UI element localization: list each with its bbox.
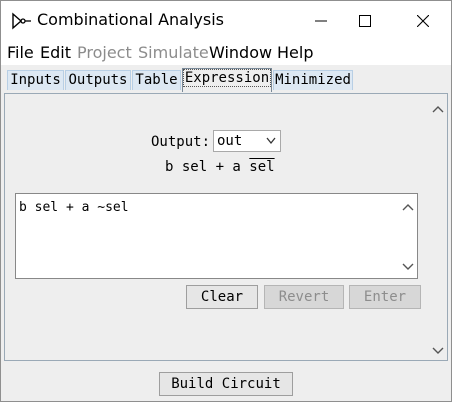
expression-editor-text: b sel + a ~sel [19,200,129,215]
tab-minimized[interactable]: Minimized [273,70,353,90]
tab-inputs[interactable]: Inputs [7,70,64,90]
tab-strip: Inputs Outputs Table Expression Minimize… [1,67,451,92]
tab-outputs[interactable]: Outputs [65,70,131,90]
expression-editor[interactable]: b sel + a ~sel [15,193,418,279]
scroll-up-icon[interactable] [432,104,444,114]
negated-variable: sel [249,159,275,175]
revert-button[interactable]: Revert [264,285,344,309]
tab-table[interactable]: Table [132,70,181,90]
editor-scrollbar[interactable] [401,198,415,276]
maximize-button[interactable] [341,1,389,41]
expression-term: b sel + a [165,159,250,175]
menu-file[interactable]: File [7,43,34,62]
title-bar: Combinational Analysis [1,1,451,41]
enter-button[interactable]: Enter [349,285,421,309]
window-title: Combinational Analysis [37,10,224,29]
chevron-down-icon [266,137,276,145]
close-icon [417,15,429,27]
maximize-icon [359,15,371,27]
logic-gate-icon [12,12,31,30]
build-circuit-button[interactable]: Build Circuit [159,372,293,396]
expression-display: b sel + a sel [165,159,275,175]
output-select[interactable]: out [213,130,281,152]
menu-window[interactable]: Window [209,43,272,62]
minimize-button[interactable] [297,1,345,41]
menu-project[interactable]: Project [77,43,132,62]
clear-button[interactable]: Clear [186,285,258,309]
tab-expression[interactable]: Expression [182,68,272,92]
output-label: Output: [151,134,211,150]
minimize-icon [315,20,327,22]
editor-scroll-up-icon[interactable] [402,202,414,212]
output-selected-value: out [217,133,243,149]
menu-help[interactable]: Help [277,43,313,62]
panel-scrollbar[interactable] [431,98,445,358]
menu-simulate[interactable]: Simulate [138,43,209,62]
combinational-analysis-window: Combinational Analysis File Edit Project… [0,0,452,402]
menu-edit[interactable]: Edit [40,43,71,62]
menu-bar: File Edit Project Simulate Window Help [1,41,451,65]
close-button[interactable] [399,1,447,41]
editor-scroll-down-icon[interactable] [402,262,414,272]
scroll-down-icon[interactable] [432,346,444,356]
